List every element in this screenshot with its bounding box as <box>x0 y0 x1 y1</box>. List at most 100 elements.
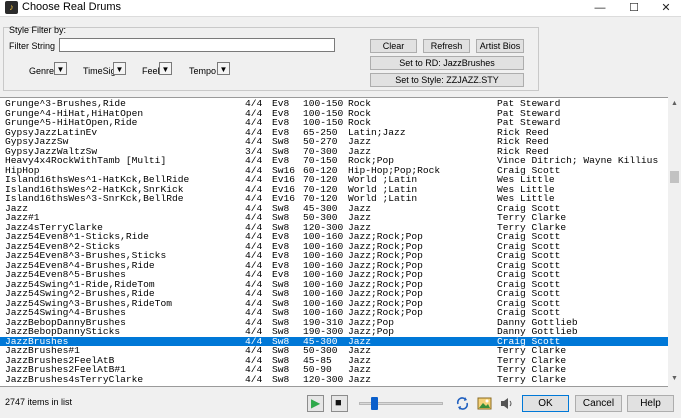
genre-cell: Jazz <box>348 364 372 375</box>
artist-cell: Craig Scott <box>497 250 561 261</box>
feel-dropdown[interactable]: ▼ <box>159 62 172 75</box>
play-button[interactable]: ▶ <box>307 395 324 412</box>
list-item[interactable]: JazzBrushes4sTerryClarke 4/4 Sw8 120-300 Jaz… <box>0 373 668 385</box>
time-signature-cell: 4/4 <box>245 212 263 223</box>
genre-cell: World ;Latin <box>348 174 418 185</box>
volume-button[interactable] <box>498 395 515 412</box>
tempo-range-cell: 70-150 <box>303 155 338 166</box>
chevron-down-icon: ▼ <box>219 65 228 74</box>
list-item[interactable]: Grunge^3-Brushes,Ride 4/4 Ev8 100-150 Rock Pa… <box>0 98 668 109</box>
genre-cell: Rock;Pop <box>348 155 395 166</box>
timesig-dropdown[interactable]: ▼ <box>113 62 126 75</box>
list-item[interactable]: Heavy4x4RockWithTamb [Multi] 4/4 Ev8 70-150… <box>0 155 668 166</box>
genre-dropdown[interactable]: ▼ <box>54 62 67 75</box>
feel-cell: Ev8 <box>272 231 290 242</box>
feel-cell: Ev8 <box>272 117 290 128</box>
speaker-icon <box>501 398 512 409</box>
feel-cell: Sw8 <box>272 345 290 356</box>
list-item[interactable]: JazzBrushes2FeelAtB#1 4/4 Sw8 50-90 Jazz Terr… <box>0 364 668 375</box>
genre-cell: Jazz <box>348 136 372 147</box>
filter-string-input[interactable] <box>59 38 335 52</box>
artist-cell: Terry Clarke <box>497 345 567 356</box>
time-signature-cell: 4/4 <box>245 307 263 318</box>
list-item[interactable]: Jazz54Swing^4-Brushes 4/4 Sw8 100-160 Jazz;R… <box>0 307 668 318</box>
artist-cell: Rick Reed <box>497 136 549 147</box>
image-button[interactable] <box>476 395 493 412</box>
list-item[interactable]: Jazz54Swing^2-Brushes,Ride 4/4 Sw8 100-160 J… <box>0 288 668 299</box>
vertical-scrollbar[interactable]: ▲ ▼ <box>668 97 681 385</box>
style-name-cell: JazzBrushes#1 <box>5 345 80 356</box>
tempo-range-cell: 50-300 <box>303 345 338 356</box>
position-slider-handle[interactable] <box>371 397 378 410</box>
loop-button[interactable] <box>454 395 471 412</box>
help-button[interactable]: Help <box>627 395 674 412</box>
time-signature-cell: 4/4 <box>245 288 263 299</box>
list-item[interactable]: Island16thsWes^1-HatKck,BellRide 4/4 Ev16 7… <box>0 174 668 185</box>
feel-cell: Sw8 <box>272 212 290 223</box>
title-separator <box>0 16 681 17</box>
style-name-cell: Jazz54Even8^5-Brushes <box>5 269 126 280</box>
tempo-dropdown[interactable]: ▼ <box>217 62 230 75</box>
list-item[interactable]: GypsyJazzSw 4/4 Sw8 50-270 Jazz Rick Reed <box>0 136 668 147</box>
style-name-cell: JazzBrushes4sTerryClarke <box>5 373 144 385</box>
style-filter-label: Style Filter by: <box>9 25 67 35</box>
artist-bios-button[interactable]: Artist Bios <box>476 39 524 53</box>
list-item[interactable]: Jazz54Even8^3-Brushes,Sticks 4/4 Ev8 100-16… <box>0 250 668 261</box>
list-item[interactable]: JazzBrushes#1 4/4 Sw8 50-300 Jazz Terry Clark… <box>0 345 668 356</box>
feel-cell: Ev8 <box>272 98 290 109</box>
cancel-button[interactable]: Cancel <box>575 395 622 412</box>
chevron-down-icon: ▼ <box>56 65 65 74</box>
scroll-up-arrow-icon[interactable]: ▲ <box>668 97 681 110</box>
set-to-rd-button[interactable]: Set to RD: JazzBrushes <box>370 56 524 70</box>
scrollbar-thumb[interactable] <box>670 171 679 183</box>
style-name-cell: Jazz#1 <box>5 212 40 223</box>
tempo-label: Tempo <box>189 66 217 76</box>
time-signature-cell: 4/4 <box>245 250 263 261</box>
chevron-down-icon: ▼ <box>161 65 170 74</box>
artist-cell: Pat Steward <box>497 117 561 128</box>
app-icon: ♪ <box>5 1 18 14</box>
play-icon: ▶ <box>311 396 321 410</box>
stop-button[interactable]: ■ <box>331 395 348 412</box>
artist-cell: Pat Steward <box>497 98 561 109</box>
time-signature-cell: 4/4 <box>245 345 263 356</box>
artist-cell: Craig Scott <box>497 307 561 318</box>
tempo-range-cell: 100-160 <box>303 307 344 318</box>
clear-button[interactable]: Clear <box>370 39 417 53</box>
time-signature-cell: 4/4 <box>245 373 263 385</box>
refresh-button[interactable]: Refresh <box>423 39 470 53</box>
genre-cell: Jazz <box>348 373 372 385</box>
style-name-cell: Jazz54Even8^1-Sticks,Ride <box>5 231 149 242</box>
list-item[interactable]: Jazz54Even8^1-Sticks,Ride 4/4 Ev8 100-160 Ja… <box>0 231 668 242</box>
set-to-style-button[interactable]: Set to Style: ZZJAZZ.STY <box>370 73 524 87</box>
feel-cell: Sw8 <box>272 136 290 147</box>
style-name-cell: GypsyJazzSw <box>5 136 69 147</box>
artist-cell: Vince Ditrich; Wayne Killius <box>497 155 659 166</box>
feel-cell: Ev16 <box>272 174 296 185</box>
artist-cell: Craig Scott <box>497 269 561 280</box>
scroll-down-arrow-icon[interactable]: ▼ <box>668 372 681 385</box>
time-signature-cell: 4/4 <box>245 364 263 375</box>
list-item[interactable]: Island16thsWes^3-SnrKck,BellRde 4/4 Ev16 70… <box>0 193 668 204</box>
time-signature-cell: 4/4 <box>245 269 263 280</box>
minimize-button[interactable]: — <box>584 0 616 16</box>
tempo-range-cell: 50-90 <box>303 364 332 375</box>
picture-icon <box>477 397 492 410</box>
list-item[interactable]: JazzBebopDannySticks 4/4 Sw8 190-300 Jazz;Po… <box>0 327 668 337</box>
list-item[interactable]: Grunge^5-HiHatOpen,Ride 4/4 Ev8 100-150 Rock… <box>0 117 668 128</box>
feel-cell: Ev8 <box>272 155 290 166</box>
style-name-cell: Grunge^5-HiHatOpen,Ride <box>5 117 138 128</box>
style-name-cell: Island16thsWes^3-SnrKck,BellRde <box>5 193 184 204</box>
drums-list[interactable]: Grunge^3-Brushes,Ride 4/4 Ev8 100-150 Rock Pa… <box>0 97 668 387</box>
close-button[interactable]: ✕ <box>650 0 681 16</box>
feel-cell: Sw8 <box>272 364 290 375</box>
genre-cell: Jazz;Rock;Pop <box>348 250 423 261</box>
stop-icon: ■ <box>335 397 342 409</box>
list-item[interactable]: Jazz54Even8^5-Brushes 4/4 Ev8 100-160 Jazz;R… <box>0 269 668 280</box>
artist-cell: Craig Scott <box>497 288 561 299</box>
time-signature-cell: 4/4 <box>245 174 263 185</box>
artist-cell: Wes Little <box>497 193 555 204</box>
ok-button[interactable]: OK <box>522 395 569 412</box>
maximize-button[interactable]: ☐ <box>618 0 650 16</box>
list-item[interactable]: Jazz#1 4/4 Sw8 50-300 Jazz Terry Clarke <box>0 212 668 223</box>
